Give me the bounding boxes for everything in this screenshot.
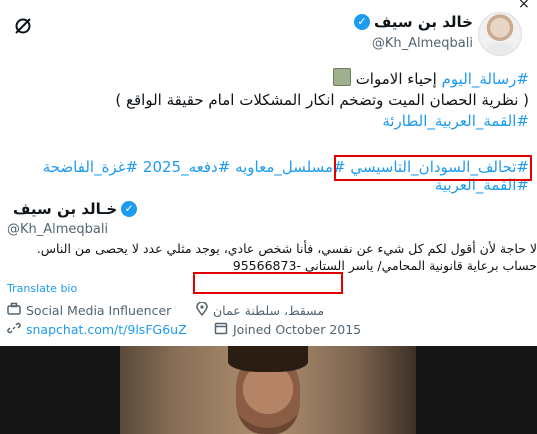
hashtag-link[interactable]: #مسلسل_معاويه [235,158,346,176]
video-thumbnail[interactable] [0,346,537,434]
tweet-line-1: #رسالة_اليوم إحياء الاموات [4,68,529,90]
highlight-box-location [193,272,343,294]
briefcase-icon [7,302,21,319]
hashtag-link[interactable]: #دفعه_2025 [143,158,230,176]
card-name-row[interactable]: خـالد بن سيف ✓ [13,200,138,218]
category-row: Social Media Influencer [7,302,171,319]
video-frame [120,346,416,434]
card-name: خـالد بن سيف [13,200,118,218]
author-handle[interactable]: @Kh_Almeqbali [372,36,473,51]
bio-line: لا حاجة لأن أقول لكم كل شيء عن نفسي، فأن… [36,241,537,256]
author-name: خالد بن سيف [373,13,473,31]
location-pin-icon [196,301,208,319]
hashtag-link[interactable]: #رسالة_اليوم [442,70,529,88]
profile-link[interactable]: snapchat.com/t/9lsFG6uZ [26,322,187,337]
translate-bio-link[interactable]: Translate bio [7,282,77,295]
close-icon[interactable]: × [518,0,530,12]
hair-image [228,346,308,372]
verified-badge-icon: ✓ [353,14,370,30]
link-icon [7,321,21,338]
joined-text: Joined October 2015 [233,322,362,337]
hashtag-link[interactable]: #غزة_الفاضحة [43,158,138,176]
highlight-box-hashtag [334,155,532,181]
link-row: snapchat.com/t/9lsFG6uZ [7,321,187,338]
category-text: Social Media Influencer [26,303,172,318]
location-row: مسقط، سلطنة عمان [196,301,325,319]
location-text: مسقط، سلطنة عمان [213,303,325,318]
verified-badge-icon: ✓ [121,201,138,217]
tweet-line-2: ( نظرية الحصان الميت وتضخم انكار المشكلا… [115,91,529,109]
scroll-emoji-icon [332,68,351,86]
hashtag-link[interactable]: #القمة_العربية_الطارئة [4,111,529,132]
author-name-row[interactable]: ✓ خالد بن سيف [353,13,473,31]
avatar[interactable] [478,12,522,56]
joined-row: Joined October 2015 [214,321,361,338]
calendar-icon [214,321,228,338]
card-bio: لا حاجة لأن أقول لكم كل شيء عن نفسي، فأن… [7,240,537,274]
card-handle[interactable]: @Kh_Almeqbali [7,222,108,237]
tweet-line-text: إحياء الاموات [350,70,437,88]
grok-icon[interactable] [13,16,33,36]
